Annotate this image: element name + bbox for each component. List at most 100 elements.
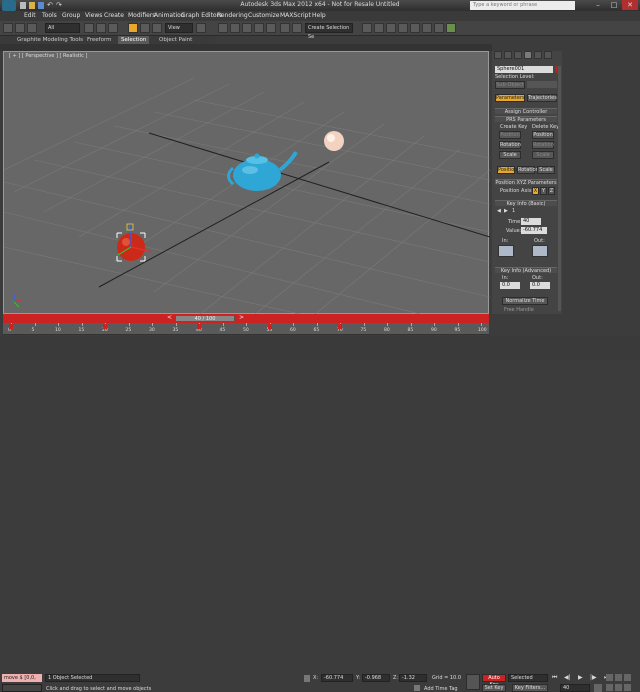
- menu-group[interactable]: Group: [62, 12, 80, 19]
- create-key-scale-button[interactable]: Scale: [499, 151, 521, 159]
- perspective-viewport[interactable]: [ + ] [ Perspective ] [ Realistic ]: [3, 51, 490, 315]
- menu-tools[interactable]: Tools: [42, 12, 57, 19]
- auto-key-button[interactable]: Auto Key: [482, 674, 506, 688]
- key-filters-button[interactable]: Key Filters...: [512, 684, 548, 692]
- percent-snap-icon[interactable]: [242, 23, 252, 33]
- time-tag-icon[interactable]: [414, 685, 420, 691]
- select-and-rotate-icon[interactable]: [140, 23, 150, 33]
- menu-help[interactable]: Help: [312, 12, 326, 19]
- value-field[interactable]: -60.774: [521, 227, 547, 234]
- animation-key[interactable]: [9, 324, 13, 329]
- mode-scale-button[interactable]: Scale: [537, 166, 555, 174]
- prev-key-frame-icon[interactable]: ◀|: [564, 674, 571, 681]
- go-to-start-icon[interactable]: ⏮: [552, 674, 557, 682]
- menu-maxscript[interactable]: MAXScript: [280, 12, 311, 19]
- out-tangent-button[interactable]: [532, 245, 548, 257]
- rollout-assign-controller[interactable]: Assign Controller: [495, 108, 557, 115]
- in-tangent-button[interactable]: [498, 245, 514, 257]
- selection-filter-dropdown[interactable]: All: [45, 23, 80, 33]
- rollout-prs-parameters[interactable]: PRS Parameters: [495, 116, 557, 123]
- hierarchy-panel-tab[interactable]: [514, 51, 522, 59]
- snap-toggle-icon[interactable]: [218, 23, 228, 33]
- menu-create[interactable]: Create: [104, 12, 124, 19]
- create-key-rotation-button[interactable]: Rotation: [499, 141, 521, 149]
- zoom-icon[interactable]: [606, 674, 613, 681]
- next-key-frame-icon[interactable]: |▶: [590, 674, 597, 681]
- delete-key-position-button[interactable]: Position: [532, 131, 554, 139]
- rollout-position-xyz[interactable]: Position XYZ Parameters: [495, 179, 557, 186]
- viewport-nav-controls[interactable]: [606, 674, 638, 692]
- peach-sphere-object[interactable]: [324, 131, 344, 151]
- field-of-view-icon[interactable]: [606, 684, 613, 691]
- animation-key[interactable]: [103, 324, 107, 329]
- delete-key-scale-button[interactable]: Scale: [532, 151, 554, 159]
- play-icon[interactable]: ▶: [578, 674, 583, 681]
- delete-key-rotation-button[interactable]: Rotation: [532, 141, 554, 149]
- pivot-center-icon[interactable]: [196, 23, 206, 33]
- mode-rotation-button[interactable]: Rotation: [517, 166, 539, 174]
- red-sphere-object[interactable]: [116, 223, 153, 262]
- next-key-icon[interactable]: ▶: [504, 208, 508, 214]
- rectangle-selection-icon[interactable]: [108, 23, 118, 33]
- mirror-icon[interactable]: [280, 23, 290, 33]
- create-panel-tab[interactable]: [494, 51, 502, 59]
- align-icon[interactable]: [292, 23, 302, 33]
- render-setup-icon[interactable]: [422, 23, 432, 33]
- object-name-field[interactable]: Sphere001: [495, 66, 553, 73]
- tab-parameters[interactable]: Parameters: [495, 94, 525, 102]
- menu-rendering[interactable]: Rendering: [217, 12, 248, 19]
- track-bar[interactable]: 0 5 10 15 20 25 30 35 40 45 50 55 60 65 70 75 80 85 90 95 10…: [3, 323, 489, 335]
- tab-graphite-modeling-tools[interactable]: Graphite Modeling Tools: [14, 36, 86, 44]
- time-field[interactable]: 40: [521, 218, 541, 225]
- curve-editor-icon[interactable]: [386, 23, 396, 33]
- menu-edit[interactable]: Edit: [24, 12, 36, 19]
- rollout-key-info-advanced[interactable]: Key Info (Advanced): [495, 267, 557, 274]
- adv-in-field[interactable]: 0.0: [500, 282, 520, 289]
- motion-panel-tab[interactable]: [524, 51, 532, 59]
- time-slider-thumb[interactable]: 40 / 100: [175, 315, 235, 322]
- menu-animation[interactable]: Animation: [154, 12, 185, 19]
- menu-views[interactable]: Views: [85, 12, 102, 19]
- axis-y-button[interactable]: Y: [540, 187, 547, 195]
- set-key-icon[interactable]: [466, 674, 480, 690]
- normalize-time-button[interactable]: Normalize Time: [502, 297, 548, 305]
- sub-object-button[interactable]: Sub-Object: [495, 81, 525, 89]
- time-slider[interactable]: < 40 / 100 >: [3, 314, 489, 323]
- axis-x-button[interactable]: X: [532, 187, 539, 195]
- maxscript-output-field[interactable]: [2, 684, 42, 692]
- time-config-icon[interactable]: [594, 684, 602, 692]
- tab-freeform[interactable]: Freeform: [84, 36, 115, 44]
- tab-object-paint[interactable]: Object Paint: [156, 36, 195, 44]
- prev-key-icon[interactable]: ◀: [497, 208, 501, 214]
- modify-panel-tab[interactable]: [504, 51, 512, 59]
- schematic-view-icon[interactable]: [398, 23, 408, 33]
- lock-selection-icon[interactable]: [304, 675, 310, 682]
- maximize-button[interactable]: □: [606, 0, 622, 10]
- pan-icon[interactable]: [615, 684, 622, 691]
- close-button[interactable]: ✕: [622, 0, 638, 10]
- graphite-toggle-icon[interactable]: [374, 23, 384, 33]
- axis-z-button[interactable]: Z: [548, 187, 555, 195]
- z-coord-field[interactable]: -1.32: [399, 674, 427, 682]
- add-time-tag-text[interactable]: Add Time Tag: [424, 686, 458, 692]
- maxscript-listener-field[interactable]: move $ [0,0,: [2, 674, 42, 682]
- minimize-button[interactable]: –: [590, 0, 606, 10]
- tab-selection[interactable]: Selection: [118, 36, 150, 44]
- select-and-move-icon[interactable]: [128, 23, 138, 33]
- create-key-position-button[interactable]: Position: [499, 131, 521, 139]
- rendered-frame-window-icon[interactable]: [434, 23, 444, 33]
- render-production-icon[interactable]: [446, 23, 456, 33]
- set-key-button[interactable]: Set Key: [482, 684, 506, 692]
- edit-named-selection-icon[interactable]: [266, 23, 276, 33]
- display-panel-tab[interactable]: [534, 51, 542, 59]
- unlink-icon[interactable]: [27, 23, 37, 33]
- search-input[interactable]: Type a keyword or phrase: [470, 1, 575, 10]
- sub-object-dropdown[interactable]: [527, 81, 557, 88]
- adv-out-field[interactable]: 0.0: [530, 282, 550, 289]
- material-editor-icon[interactable]: [410, 23, 420, 33]
- current-frame-field[interactable]: 40: [560, 684, 590, 692]
- link-icon[interactable]: [15, 23, 25, 33]
- rollout-key-info-basic[interactable]: Key Info (Basic): [495, 200, 557, 207]
- y-coord-field[interactable]: -0.968: [362, 674, 390, 682]
- menu-customize[interactable]: Customize: [248, 12, 280, 19]
